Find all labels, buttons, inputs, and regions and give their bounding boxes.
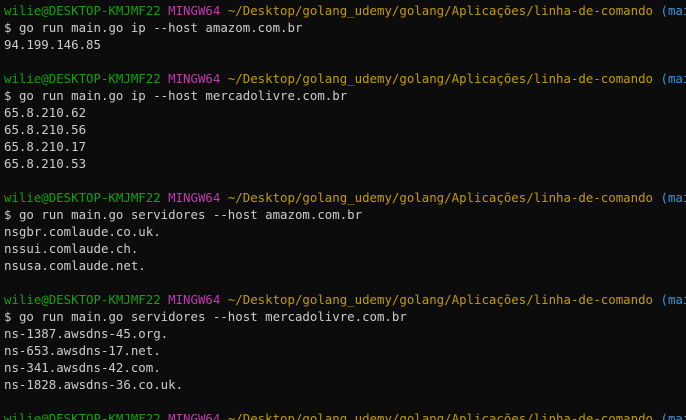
prompt-line: wilie@DESKTOP-KMJMF22 MINGW64 ~/Desktop/… xyxy=(4,410,686,420)
output-line: ns-653.awsdns-17.net. xyxy=(4,343,161,358)
prompt-system: MINGW64 xyxy=(168,3,221,18)
prompt-user-host: wilie@DESKTOP-KMJMF22 xyxy=(4,292,161,307)
prompt-system: MINGW64 xyxy=(168,292,221,307)
prompt-user-host: wilie@DESKTOP-KMJMF22 xyxy=(4,190,161,205)
prompt-branch: (main) xyxy=(660,3,686,18)
prompt-system: MINGW64 xyxy=(168,411,221,420)
prompt-user-host: wilie@DESKTOP-KMJMF22 xyxy=(4,3,161,18)
prompt-symbol: $ xyxy=(4,309,12,324)
terminal-output: wilie@DESKTOP-KMJMF22 MINGW64 ~/Desktop/… xyxy=(4,2,686,420)
prompt-symbol: $ xyxy=(4,20,12,35)
prompt-path: ~/Desktop/golang_udemy/golang/Aplicações… xyxy=(227,3,654,18)
output-line: ns-1387.awsdns-45.org. xyxy=(4,326,169,341)
prompt-branch: (main) xyxy=(660,292,686,307)
prompt-user-host: wilie@DESKTOP-KMJMF22 xyxy=(4,71,161,86)
prompt-branch: (main) xyxy=(660,71,686,86)
prompt-path: ~/Desktop/golang_udemy/golang/Aplicações… xyxy=(227,190,654,205)
prompt-line: wilie@DESKTOP-KMJMF22 MINGW64 ~/Desktop/… xyxy=(4,70,686,87)
output-line: 65.8.210.17 xyxy=(4,139,87,154)
command-line: $ go run main.go ip --host amazom.com.br xyxy=(4,19,686,36)
prompt-symbol: $ xyxy=(4,88,12,103)
output-line: 65.8.210.62 xyxy=(4,105,87,120)
output-line: 94.199.146.85 xyxy=(4,37,101,52)
prompt-line: wilie@DESKTOP-KMJMF22 MINGW64 ~/Desktop/… xyxy=(4,291,686,308)
output-line: 65.8.210.56 xyxy=(4,122,87,137)
prompt-symbol: $ xyxy=(4,207,12,222)
output-line: nsusa.comlaude.net. xyxy=(4,258,146,273)
command-text: go run main.go servidores --host amazom.… xyxy=(18,207,363,222)
command-line: $ go run main.go servidores --host merca… xyxy=(4,308,686,325)
prompt-branch: (main) xyxy=(660,411,686,420)
output-line: ns-1828.awsdns-36.co.uk. xyxy=(4,377,184,392)
prompt-path: ~/Desktop/golang_udemy/golang/Aplicações… xyxy=(227,71,654,86)
output-line: nssui.comlaude.ch. xyxy=(4,241,139,256)
prompt-path: ~/Desktop/golang_udemy/golang/Aplicações… xyxy=(227,411,654,420)
prompt-system: MINGW64 xyxy=(168,71,221,86)
prompt-line: wilie@DESKTOP-KMJMF22 MINGW64 ~/Desktop/… xyxy=(4,2,686,19)
command-line: $ go run main.go ip --host mercadolivre.… xyxy=(4,87,686,104)
prompt-user-host: wilie@DESKTOP-KMJMF22 xyxy=(4,411,161,420)
command-line: $ go run main.go servidores --host amazo… xyxy=(4,206,686,223)
prompt-branch: (main) xyxy=(660,190,686,205)
terminal-window[interactable]: wilie@DESKTOP-KMJMF22 MINGW64 ~/Desktop/… xyxy=(0,0,686,420)
command-text: go run main.go ip --host mercadolivre.co… xyxy=(18,88,348,103)
command-text: go run main.go ip --host amazom.com.br xyxy=(18,20,303,35)
output-line: ns-341.awsdns-42.com. xyxy=(4,360,161,375)
prompt-system: MINGW64 xyxy=(168,190,221,205)
command-text: go run main.go servidores --host mercado… xyxy=(18,309,407,324)
output-line: 65.8.210.53 xyxy=(4,156,87,171)
output-line: nsgbr.comlaude.co.uk. xyxy=(4,224,161,239)
prompt-path: ~/Desktop/golang_udemy/golang/Aplicações… xyxy=(227,292,654,307)
prompt-line: wilie@DESKTOP-KMJMF22 MINGW64 ~/Desktop/… xyxy=(4,189,686,206)
